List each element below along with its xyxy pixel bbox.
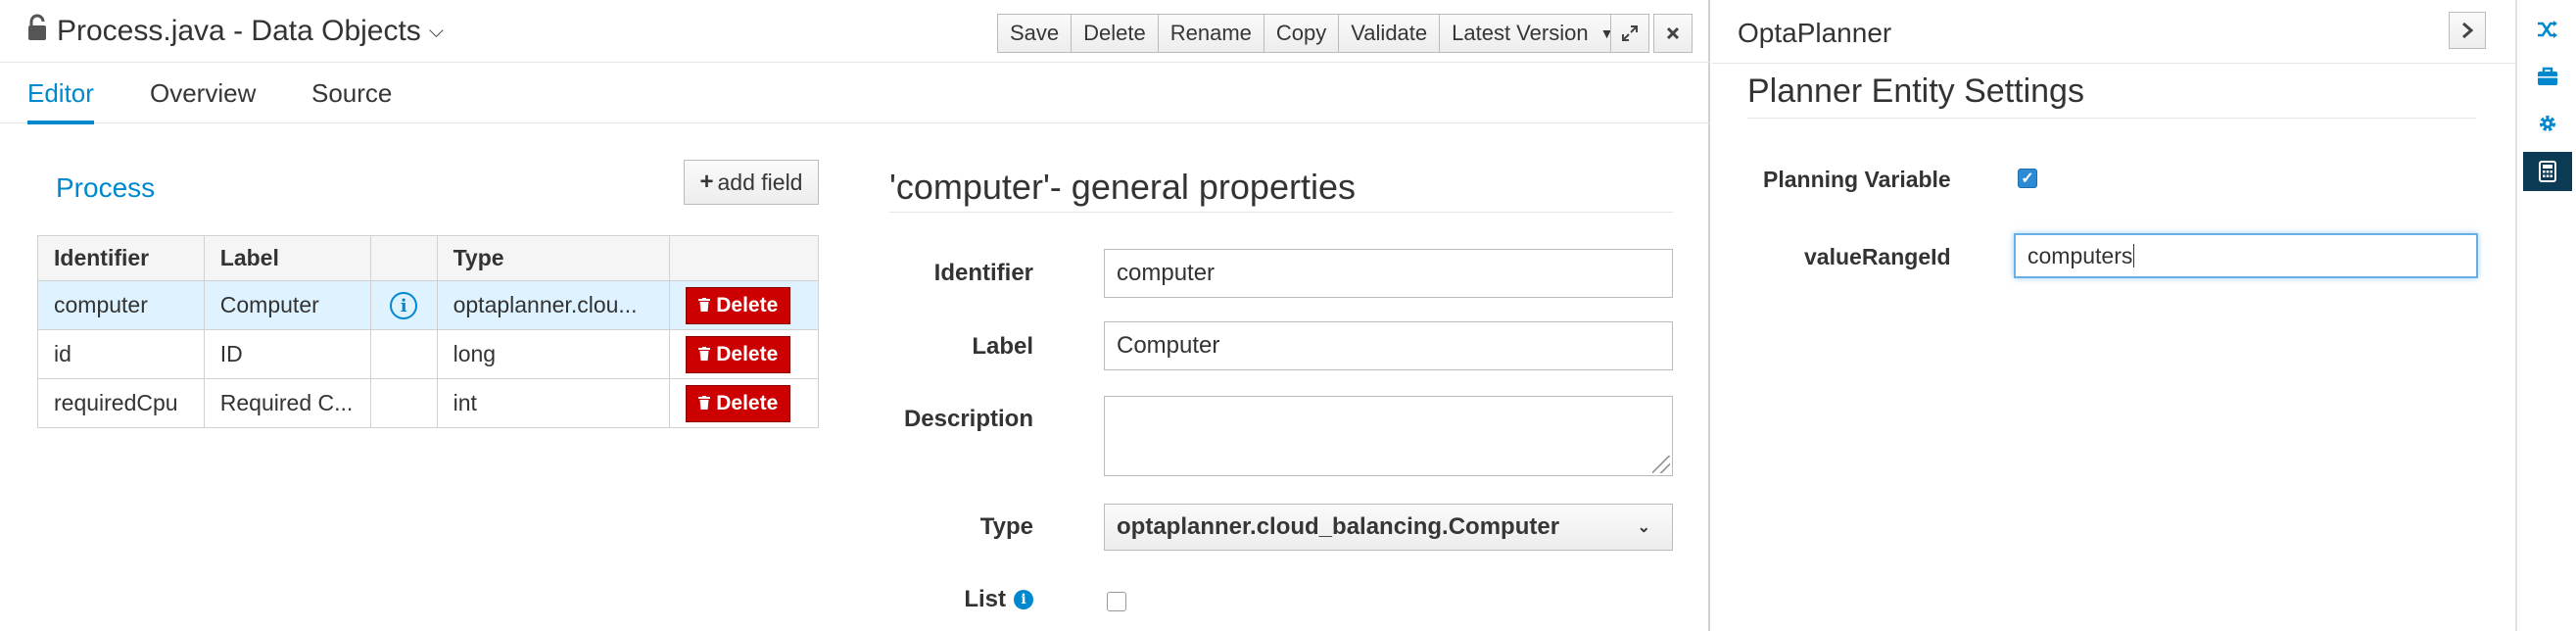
- type-select-value: optaplanner.cloud_balancing.Computer: [1117, 513, 1560, 540]
- toolbar: Save Delete Rename Copy Validate Latest …: [997, 14, 1627, 53]
- briefcase-icon[interactable]: [2523, 57, 2572, 96]
- delete-button[interactable]: Delete: [1071, 14, 1158, 53]
- gear-icon[interactable]: [2523, 104, 2572, 143]
- fields-table: Identifier Label Type computer Computer …: [37, 235, 819, 428]
- editor-panel: Process.java - Data Objects ⌵ Save Delet…: [0, 0, 1710, 631]
- type-label: Type: [979, 513, 1033, 540]
- label-input[interactable]: Computer: [1104, 321, 1673, 370]
- shuffle-icon[interactable]: [2523, 10, 2572, 49]
- tab-editor[interactable]: Editor: [27, 78, 94, 124]
- cell-info: [369, 329, 438, 379]
- column-header-actions: [669, 235, 819, 281]
- calculator-icon[interactable]: [2523, 152, 2572, 191]
- cell-type[interactable]: optaplanner.clou...: [436, 280, 671, 330]
- list-label: List: [964, 586, 1006, 612]
- data-object-title: Process: [56, 172, 156, 203]
- properties-heading: 'computer'- general properties: [889, 167, 1356, 207]
- panel-title: OptaPlanner: [1738, 18, 1892, 48]
- collapse-panel-button[interactable]: [2449, 12, 2486, 49]
- identifier-label: Identifier: [933, 260, 1033, 286]
- version-label: Latest Version: [1452, 21, 1589, 45]
- planning-variable-label: Planning Variable: [1763, 167, 1951, 192]
- add-field-button[interactable]: + add field: [684, 160, 819, 205]
- text-cursor: [2133, 244, 2135, 267]
- divider: [1747, 118, 2476, 119]
- version-dropdown[interactable]: Latest Version ▼: [1439, 14, 1627, 53]
- close-icon[interactable]: [1653, 14, 1693, 53]
- description-textarea[interactable]: [1104, 396, 1673, 476]
- divider: [1712, 63, 2515, 64]
- column-header-info: [369, 235, 438, 281]
- trash-icon: [698, 392, 711, 415]
- cell-type[interactable]: long: [436, 329, 671, 379]
- list-label-group: List i: [886, 586, 1033, 613]
- identifier-input[interactable]: computer: [1104, 249, 1673, 298]
- table-header-row: Identifier Label Type: [37, 235, 819, 281]
- cell-identifier[interactable]: requiredCpu: [37, 378, 205, 428]
- cell-info: i: [369, 280, 438, 330]
- delete-field-button[interactable]: Delete: [686, 384, 791, 422]
- delete-field-button[interactable]: Delete: [686, 286, 791, 324]
- chevron-right-icon: [2462, 22, 2473, 39]
- chevron-down-icon: ⌄: [1637, 519, 1650, 536]
- cell-label[interactable]: ID: [203, 329, 371, 379]
- cell-identifier[interactable]: id: [37, 329, 205, 379]
- side-toolbar: [2515, 0, 2576, 631]
- cell-actions: Delete: [669, 378, 819, 428]
- add-field-label: add field: [717, 169, 803, 195]
- delete-label: Delete: [716, 342, 779, 365]
- cell-actions: Delete: [669, 280, 819, 330]
- table-row[interactable]: requiredCpu Required C... int Delete: [37, 378, 819, 428]
- value-range-value: computers: [2027, 242, 2133, 268]
- editor-tabs: Editor Overview Source: [0, 65, 1710, 124]
- copy-button[interactable]: Copy: [1263, 14, 1339, 53]
- cell-label[interactable]: Computer: [203, 280, 371, 330]
- trash-icon: [698, 343, 711, 366]
- column-header-type[interactable]: Type: [436, 235, 671, 281]
- tab-overview[interactable]: Overview: [150, 78, 256, 121]
- page-title[interactable]: Process.java - Data Objects ⌵: [27, 14, 444, 49]
- expand-icon[interactable]: [1610, 14, 1649, 53]
- plus-icon: +: [699, 169, 714, 195]
- column-header-identifier[interactable]: Identifier: [37, 235, 205, 281]
- divider: [889, 212, 1673, 213]
- optaplanner-panel: OptaPlanner Planner Entity Settings Plan…: [1712, 0, 2515, 631]
- info-icon[interactable]: i: [1014, 590, 1033, 609]
- description-label: Description: [903, 406, 1033, 432]
- validate-button[interactable]: Validate: [1338, 14, 1440, 53]
- table-row[interactable]: id ID long Delete: [37, 329, 819, 379]
- planner-settings-heading: Planner Entity Settings: [1747, 73, 2084, 110]
- chevron-down-icon: ⌵: [428, 20, 444, 42]
- planning-variable-checkbox[interactable]: ✓: [2018, 169, 2037, 188]
- title-bar: Process.java - Data Objects ⌵ Save Delet…: [0, 0, 1710, 63]
- list-checkbox[interactable]: [1107, 592, 1126, 611]
- lock-icon: [27, 14, 47, 49]
- cell-type[interactable]: int: [436, 378, 671, 428]
- type-select[interactable]: optaplanner.cloud_balancing.Computer ⌄: [1104, 504, 1673, 551]
- cell-label[interactable]: Required C...: [203, 378, 371, 428]
- value-range-input[interactable]: computers: [2014, 233, 2478, 278]
- delete-label: Delete: [716, 293, 779, 316]
- column-header-label[interactable]: Label: [203, 235, 371, 281]
- rename-button[interactable]: Rename: [1157, 14, 1264, 53]
- value-range-label: valueRangeId: [1804, 244, 1951, 269]
- delete-field-button[interactable]: Delete: [686, 335, 791, 373]
- cell-info: [369, 378, 438, 428]
- page-title-text: Process.java - Data Objects: [57, 15, 421, 47]
- trash-icon: [698, 294, 711, 317]
- cell-actions: Delete: [669, 329, 819, 379]
- resize-handle[interactable]: [1652, 456, 1670, 473]
- save-button[interactable]: Save: [997, 14, 1072, 53]
- cell-identifier[interactable]: computer: [37, 280, 205, 330]
- table-row[interactable]: computer Computer i optaplanner.clou... …: [37, 280, 819, 330]
- window-controls: [1606, 14, 1693, 53]
- label-label: Label: [972, 333, 1033, 360]
- tab-source[interactable]: Source: [311, 78, 392, 121]
- delete-label: Delete: [716, 391, 779, 414]
- info-icon[interactable]: i: [390, 292, 418, 320]
